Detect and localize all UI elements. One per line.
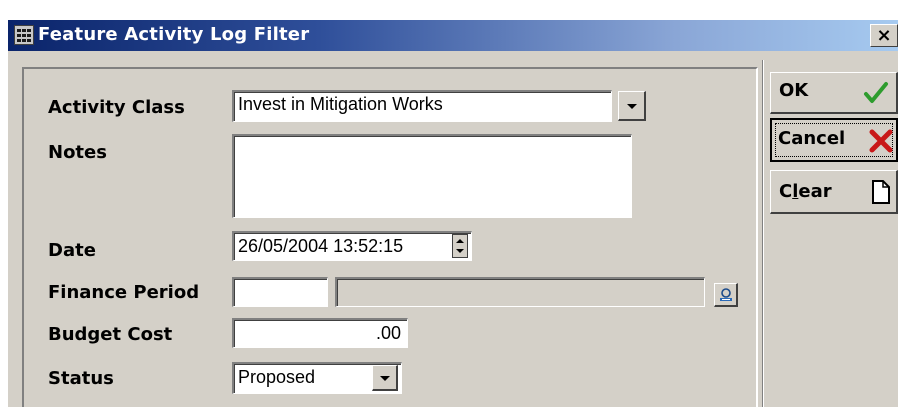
status-label: Status [48,368,114,389]
chevron-down-icon [379,375,390,381]
finance-period-label: Finance Period [48,282,200,303]
notes-label: Notes [48,142,107,163]
lookup-icon [720,288,732,301]
budget-cost-label: Budget Cost [48,324,173,345]
finance-period-lookup-button[interactable] [714,283,738,307]
status-dropdown-button[interactable] [372,365,398,391]
close-button[interactable]: × [870,24,898,47]
spin-down-icon[interactable] [456,249,464,253]
blank-page-icon [872,180,890,204]
ok-button-label: OK [779,80,809,101]
date-value: 26/05/2004 13:52:15 [238,236,404,256]
clear-button[interactable]: Clear [770,170,898,214]
activity-class-dropdown-button[interactable] [618,91,646,121]
date-label: Date [48,240,96,261]
finance-period-code-input[interactable] [232,277,328,307]
spin-up-icon[interactable] [456,239,464,243]
checkmark-icon [864,82,888,103]
cancel-button-label: Cancel [778,128,846,149]
cancel-button[interactable]: Cancel [770,118,898,162]
clear-button-label: Clear [779,181,832,202]
date-input[interactable]: 26/05/2004 13:52:15 [232,231,472,261]
chevron-down-icon [626,103,637,109]
finance-period-description [335,277,705,307]
date-spinner[interactable] [452,234,468,258]
activity-class-value: Invest in Mitigation Works [238,94,443,114]
activity-class-label: Activity Class [48,97,185,118]
grid-app-icon[interactable] [14,25,34,45]
red-x-icon [869,129,893,153]
budget-cost-value: .00 [375,323,401,343]
budget-cost-input[interactable]: .00 [232,318,408,348]
close-icon: × [876,25,892,46]
button-panel-separator [762,60,764,407]
notes-textarea[interactable] [232,134,632,218]
window-title: Feature Activity Log Filter [38,24,310,45]
activity-class-select[interactable]: Invest in Mitigation Works [232,90,612,122]
ok-button[interactable]: OK [770,72,898,114]
status-value: Proposed [238,367,316,387]
